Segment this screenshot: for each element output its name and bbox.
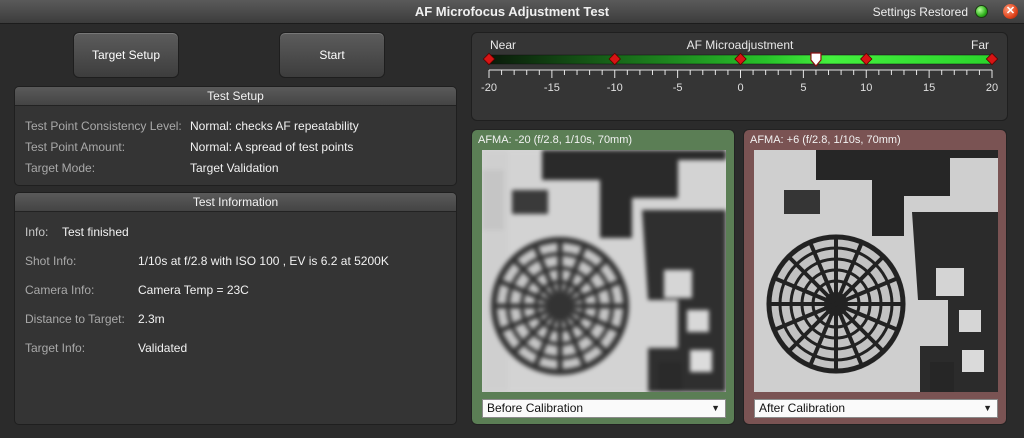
target-setup-button[interactable]: Target Setup [73,32,179,78]
afma-tick-label: 20 [986,82,998,94]
settings-status-text: Settings Restored [872,5,968,19]
start-button[interactable]: Start [279,32,385,78]
afma-scale-title: AF Microadjustment [687,38,794,52]
test-setup-header: Test Setup [15,87,456,106]
shot-info-value: 1/10s at f/2.8 with ISO 100 , EV is 6.2 … [138,254,389,268]
test-point-amount-value: Normal: A spread of test points [190,140,354,154]
afma-scale: Near AF Microadjustment Far -20 -15 -10 -5 0… [481,38,999,94]
before-target-image [482,150,726,392]
distance-to-target-value: 2.3m [138,312,165,326]
afma-tick-label: 10 [860,82,872,94]
info-label: Info: [25,225,49,239]
status-indicator-icon [975,5,988,18]
near-label: Near [490,38,516,52]
afma-tick-label: 5 [800,82,806,94]
afma-tick-label: -15 [544,82,560,94]
before-calibration-panel: AFMA: -20 (f/2.8, 1/10s, 70mm) Before Ca… [471,129,735,425]
after-calibration-panel: AFMA: +6 (f/2.8, 1/10s, 70mm) After Cali… [743,129,1007,425]
afma-tick-label: -20 [481,82,497,94]
camera-info-label: Camera Info: [25,283,95,297]
test-information-header: Test Information [15,193,456,212]
afma-tick-label: -5 [673,82,683,94]
target-info-label: Target Info: [25,341,86,355]
consistency-level-value: Normal: checks AF repeatability [190,119,359,133]
camera-info-value: Camera Temp = 23C [138,283,249,297]
window-title: AF Microfocus Adjustment Test [414,4,610,19]
close-button[interactable]: ✕ [1003,4,1018,19]
afma-scale-panel: Near AF Microadjustment Far -20 -15 -10 -5 0… [471,32,1008,121]
target-info-value: Validated [138,341,188,355]
consistency-level-label: Test Point Consistency Level: [25,119,182,133]
far-label: Far [971,38,989,52]
test-information-panel: Test Information Info: Test finished Sho… [14,192,457,425]
afma-tick-label: 0 [737,82,743,94]
info-value: Test finished [62,225,129,239]
after-image-select[interactable]: After Calibration ▼ [754,399,998,418]
chevron-down-icon: ▼ [711,403,720,413]
target-mode-value: Target Validation [190,161,279,175]
before-image-select[interactable]: Before Calibration ▼ [482,399,726,418]
test-point-amount-label: Test Point Amount: [25,140,126,154]
distance-to-target-label: Distance to Target: [25,312,125,326]
test-setup-panel: Test Setup Test Point Consistency Level:… [14,86,457,186]
afma-tick-label: 15 [923,82,935,94]
chevron-down-icon: ▼ [983,403,992,413]
after-caption: AFMA: +6 (f/2.8, 1/10s, 70mm) [750,134,901,146]
before-select-value: Before Calibration [487,401,584,415]
shot-info-label: Shot Info: [25,254,77,268]
title-bar: AF Microfocus Adjustment Test Settings R… [0,0,1024,24]
after-select-value: After Calibration [759,401,846,415]
after-target-image [754,150,998,392]
afma-tick-label: -10 [607,82,623,94]
before-caption: AFMA: -20 (f/2.8, 1/10s, 70mm) [478,134,633,146]
target-mode-label: Target Mode: [25,161,96,175]
